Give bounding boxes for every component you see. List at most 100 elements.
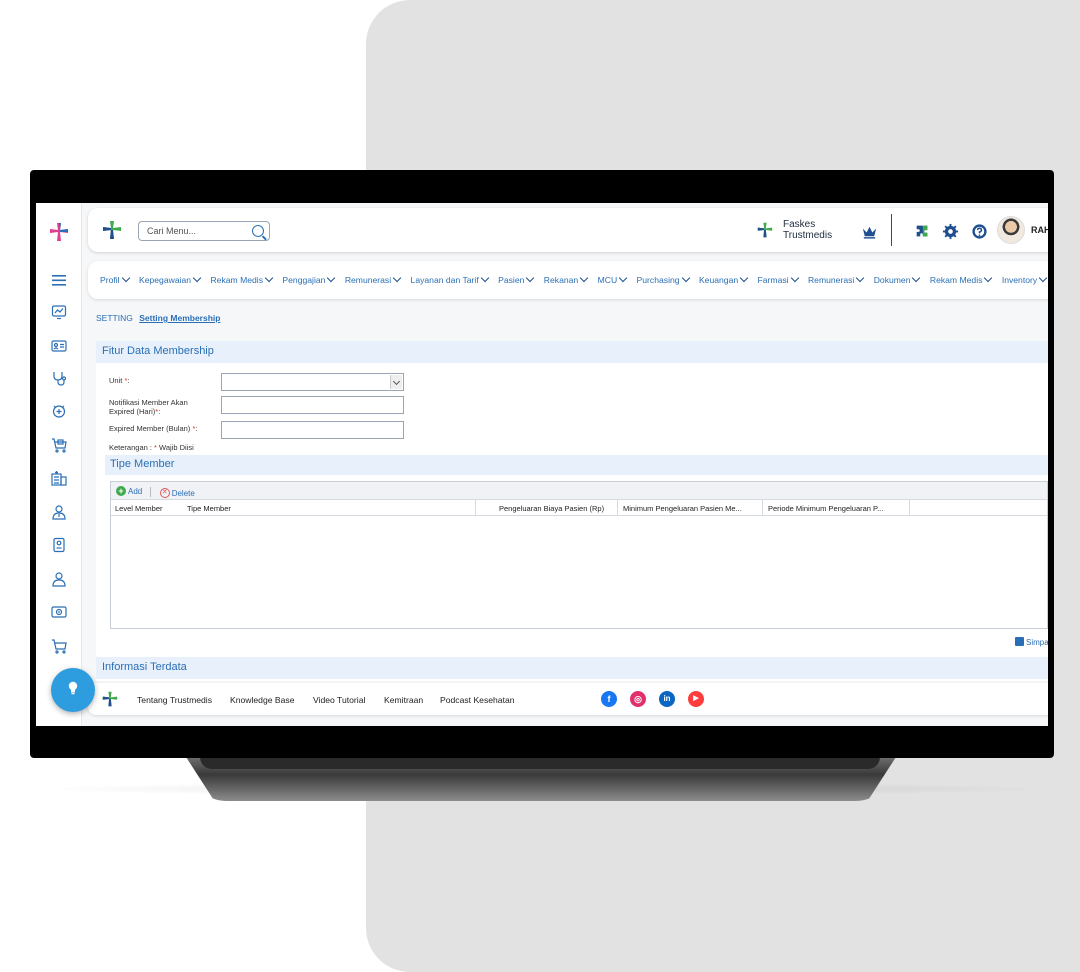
user-icon[interactable] (49, 570, 69, 588)
facebook-icon[interactable]: f (601, 691, 617, 707)
document-icon[interactable] (49, 536, 69, 554)
faskes-line1: Faskes (783, 219, 816, 230)
column-header[interactable]: Level Member (115, 504, 163, 513)
content-panel: Fitur Data Membership Unit *: Notifikasi… (96, 341, 1048, 681)
dashboard-icon[interactable] (49, 303, 69, 321)
hospital-icon[interactable] (49, 469, 69, 487)
lightbulb-icon (68, 681, 78, 695)
column-header[interactable]: Minimum Pengeluaran Pasien Me... (623, 504, 742, 513)
required-note: Keterangan : * Wajib Diisi (109, 443, 194, 452)
notif-label: Notifikasi Member Akan Expired (Hari)*: (109, 398, 188, 416)
save-button[interactable]: Simpan (1015, 637, 1048, 647)
menu-item-dokumen[interactable]: Dokumen (874, 273, 921, 285)
top-bar: Cari Menu... Faskes Trustmedis RAH (88, 208, 1048, 252)
stage: Cari Menu... Faskes Trustmedis RAH Profi… (0, 0, 1080, 972)
column-header[interactable]: Periode Minimum Pengeluaran P... (768, 504, 883, 513)
grid-toolbar: + Add ✕ Delete (111, 482, 1047, 500)
footer-link-podcast[interactable]: Podcast Kesehatan (440, 695, 515, 705)
delete-icon: ✕ (159, 488, 170, 498)
column-header[interactable]: Pengeluaran Biaya Pasien (Rp) (499, 504, 604, 513)
cart-box-icon[interactable] (49, 436, 69, 454)
linkedin-icon[interactable]: in (659, 691, 675, 707)
menu-item-purchasing[interactable]: Purchasing (637, 273, 691, 285)
avatar[interactable] (997, 216, 1025, 244)
puzzle-icon[interactable] (913, 222, 931, 240)
menu-item-rekanan[interactable]: Rekanan (544, 273, 589, 285)
youtube-icon[interactable]: ▶ (688, 691, 704, 707)
menu-item-profil[interactable]: Profil (100, 273, 131, 285)
faskes-line2: Trustmedis (783, 230, 833, 241)
breadcrumb-current[interactable]: Setting Membership (139, 313, 220, 323)
chevron-down-icon (480, 273, 489, 283)
gear-icon[interactable] (941, 222, 959, 240)
chevron-down-icon (327, 273, 336, 283)
menu-item-remunerasi-2[interactable]: Remunerasi (808, 273, 865, 285)
monitor-stand-base (200, 757, 880, 769)
floppy-icon (1015, 637, 1024, 646)
column-divider (475, 500, 476, 516)
menu-item-farmasi[interactable]: Farmasi (758, 273, 800, 285)
menu-item-kepegawaian[interactable]: Kepegawaian (139, 273, 202, 285)
column-divider (617, 500, 618, 516)
chevron-down-icon (912, 273, 921, 283)
menu-item-rekam-medis[interactable]: Rekam Medis (210, 273, 274, 285)
faskes-name: Faskes Trustmedis (783, 219, 832, 241)
app-screen: Cari Menu... Faskes Trustmedis RAH Profi… (36, 203, 1048, 726)
money-icon[interactable] (49, 603, 69, 621)
search-placeholder: Cari Menu... (147, 226, 197, 236)
menu-item-keuangan[interactable]: Keuangan (699, 273, 749, 285)
footer-link-knowledge[interactable]: Knowledge Base (230, 695, 295, 705)
footer-link-kemitraan[interactable]: Kemitraan (384, 695, 423, 705)
menu-item-remunerasi[interactable]: Remunerasi (345, 273, 402, 285)
menu-item-inventory[interactable]: Inventory (1002, 273, 1048, 285)
cart-icon[interactable] (49, 637, 69, 655)
instagram-icon[interactable]: ◎ (630, 691, 646, 707)
chevron-down-icon (264, 273, 274, 283)
breadcrumb: SETTING Setting Membership (96, 313, 220, 323)
lightbulb-fab-button[interactable] (51, 668, 95, 712)
user-name[interactable]: RAH (1031, 225, 1048, 235)
id-card-icon[interactable] (49, 337, 69, 355)
chevron-down-icon (1038, 273, 1048, 283)
expired-months-input[interactable] (221, 421, 404, 439)
add-button[interactable]: + Add (116, 486, 142, 496)
delete-button[interactable]: ✕ Delete (159, 488, 195, 498)
column-divider (909, 500, 910, 516)
column-divider (762, 500, 763, 516)
brand-logo-icon[interactable] (48, 221, 70, 243)
doctor-icon[interactable] (49, 503, 69, 521)
help-icon[interactable] (970, 222, 988, 240)
search-icon[interactable] (252, 225, 264, 237)
footer-link-tentang[interactable]: Tentang Trustmedis (137, 695, 212, 705)
menu-item-layanan-tarif[interactable]: Layanan dan Tarif (411, 273, 490, 285)
unit-select[interactable] (221, 373, 404, 391)
notif-days-input[interactable] (221, 396, 404, 414)
main-menu: Profil Kepegawaian Rekam Medis Penggajia… (88, 261, 1048, 299)
sidebar (36, 203, 82, 726)
brand-logo-icon[interactable] (102, 691, 118, 707)
tipe-member-grid: + Add ✕ Delete Level Member Tipe Member Pe… (110, 481, 1048, 629)
add-icon: + (116, 486, 126, 496)
stethoscope-icon[interactable] (49, 369, 69, 387)
chevron-down-icon (681, 273, 690, 283)
breadcrumb-root[interactable]: SETTING (96, 313, 133, 323)
chevron-down-icon (192, 273, 202, 283)
expired-label: Expired Member (Bulan) *: (109, 424, 198, 433)
menu-item-mcu[interactable]: MCU (598, 273, 628, 285)
menu-item-pasien[interactable]: Pasien (498, 273, 535, 285)
chevron-down-icon (984, 273, 993, 283)
grid-header: Level Member Tipe Member Pengeluaran Bia… (111, 500, 1047, 516)
clinic-icon[interactable] (49, 402, 69, 420)
chevron-down-icon (739, 273, 749, 283)
menu-icon[interactable] (49, 271, 69, 289)
search-input[interactable]: Cari Menu... (138, 221, 270, 241)
menu-item-rekam-medis-2[interactable]: Rekam Medis (930, 273, 993, 285)
tipe-member-title: Tipe Member (105, 455, 1048, 475)
chevron-down-icon[interactable] (390, 375, 402, 389)
footer-link-video[interactable]: Video Tutorial (313, 695, 365, 705)
crown-icon[interactable] (860, 222, 878, 240)
brand-logo-icon[interactable] (102, 220, 122, 240)
column-header[interactable]: Tipe Member (187, 504, 231, 513)
menu-item-penggajian[interactable]: Penggajian (282, 273, 336, 285)
footer: Tentang Trustmedis Knowledge Base Video … (88, 683, 1048, 715)
